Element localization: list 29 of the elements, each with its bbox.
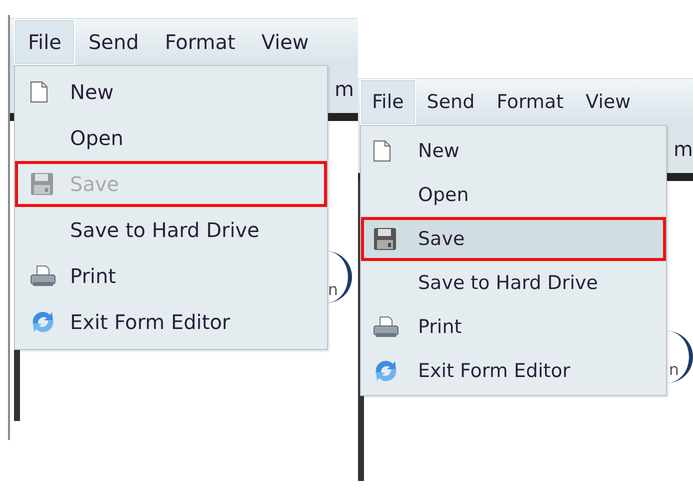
menu-item[interactable]: Save to Hard Drive [361, 261, 666, 305]
menu-bar-item[interactable]: Format [486, 79, 575, 125]
menu-item[interactable]: Save to Hard Drive [15, 207, 327, 253]
refresh-arrows-icon [373, 359, 399, 383]
menu-item[interactable]: Exit Form Editor [361, 349, 666, 393]
document-icon [30, 81, 48, 103]
menu-bar-item[interactable]: View [574, 79, 642, 125]
document-icon [373, 140, 391, 162]
menu-bar-item[interactable]: File [14, 19, 76, 65]
menu-item[interactable]: New [361, 129, 666, 173]
toolbar-text: m [674, 137, 693, 161]
menu-item[interactable]: New [15, 69, 327, 115]
printer-icon [30, 265, 56, 287]
menu-item[interactable]: Open [361, 173, 666, 217]
menu-bar-item[interactable]: Format [152, 19, 248, 65]
menu-item[interactable]: Save [361, 217, 666, 261]
menu-bar-item[interactable]: Send [75, 19, 152, 65]
logo-text: n [668, 360, 680, 379]
menu-bar-item[interactable]: View [248, 19, 322, 65]
menu-item[interactable]: Exit Form Editor [15, 299, 327, 345]
logo-text: n [328, 280, 338, 299]
printer-icon [373, 316, 399, 338]
refresh-arrows-icon [30, 310, 56, 334]
menu-item[interactable]: Print [361, 305, 666, 349]
menu-item[interactable]: Open [15, 115, 327, 161]
menu-bar-item[interactable]: File [360, 79, 416, 125]
menu-bar-item[interactable]: Send [416, 79, 486, 125]
toolbar-text: m [334, 77, 354, 101]
menu-item[interactable]: Print [15, 253, 327, 299]
